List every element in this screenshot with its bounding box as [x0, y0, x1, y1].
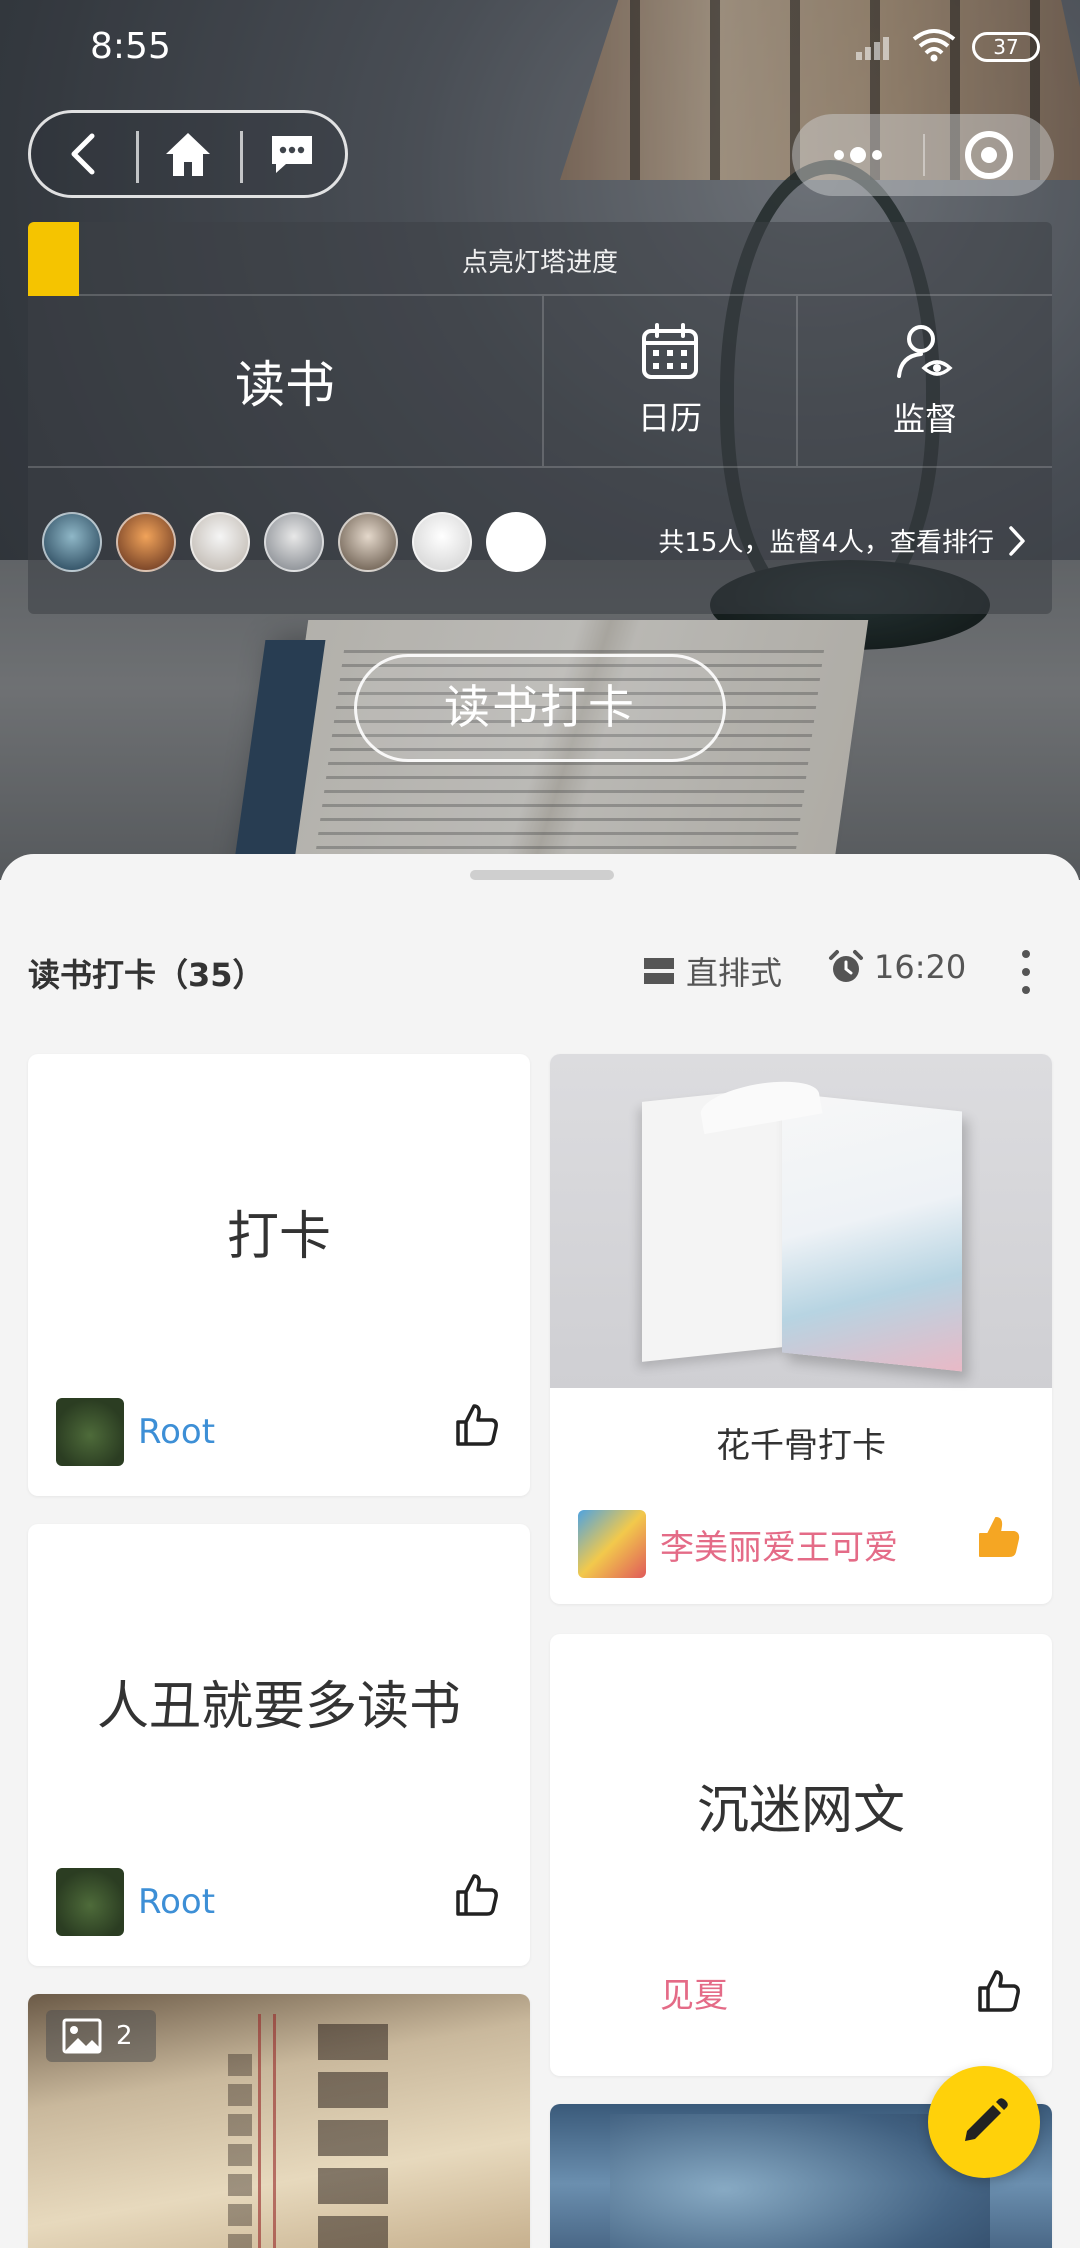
lighthouse-progress: 点亮灯塔进度 [28, 222, 1052, 296]
avatar [486, 512, 546, 572]
avatar [412, 512, 472, 572]
write-post-button[interactable] [928, 2066, 1040, 2178]
image-count: 2 [116, 2021, 133, 2051]
checkin-button[interactable]: 读书打卡 [354, 654, 726, 762]
alarm-time: 16:20 [874, 948, 967, 986]
message-icon [272, 136, 313, 173]
progress-label: 点亮灯塔进度 [461, 248, 618, 278]
status-time: 8:55 [90, 26, 171, 67]
info-panel: 点亮灯塔进度 读书 日历 监督 共15人，监督4人，查看排行 [28, 222, 1052, 614]
supervise-label: 监督 [892, 400, 957, 438]
home-button[interactable] [135, 113, 241, 195]
supervise-icon [897, 325, 953, 378]
user-name: Root [138, 1412, 216, 1452]
card-text: 打卡 [226, 1207, 331, 1267]
user-name: Root [138, 1882, 216, 1922]
avatar [190, 512, 250, 572]
supervise-button[interactable]: 监督 [798, 296, 1052, 466]
target-icon [964, 131, 1013, 179]
reminder-time[interactable]: 16:20 [828, 948, 966, 986]
avatar [578, 1510, 646, 1578]
more-button[interactable] [792, 114, 923, 196]
avatar [56, 1398, 124, 1466]
calendar-button[interactable]: 日历 [544, 296, 798, 466]
checkin-feed-sheet: 读书打卡（35） 直排式 16:20 打卡 Root 花千骨打卡 李美丽爱王可爱… [0, 854, 1080, 2248]
feed-title: 读书打卡（35） [28, 956, 265, 994]
thumb-up-icon[interactable] [976, 1968, 1022, 2014]
message-button[interactable] [240, 113, 345, 195]
ranking-text: 共15人，监督4人，查看排行 [658, 528, 994, 558]
layout-label: 直排式 [686, 954, 783, 992]
activity-title: 读书 [28, 296, 544, 466]
status-bar: 8:55 37 [0, 0, 1080, 96]
avatar [42, 512, 102, 572]
nav-capsule-right [792, 114, 1054, 196]
battery-indicator: 37 [972, 32, 1040, 62]
checkin-card[interactable]: 花千骨打卡 李美丽爱王可爱 [550, 1054, 1052, 1604]
close-miniprogram-button[interactable] [923, 114, 1054, 196]
user-name: 见夏 [660, 1975, 728, 2016]
avatar [116, 512, 176, 572]
panel-grid: 读书 日历 监督 [28, 296, 1052, 468]
member-avatars[interactable] [42, 512, 546, 572]
book-cover-image [550, 1054, 1052, 1388]
card-user[interactable]: 李美丽爱王可爱 [578, 1510, 898, 1578]
layout-toggle[interactable]: 直排式 [644, 948, 782, 994]
thumb-up-icon[interactable] [454, 1872, 500, 1918]
avatar [338, 512, 398, 572]
card-text: 花千骨打卡 [716, 1426, 886, 1466]
signal-icon [856, 32, 896, 60]
back-button[interactable] [31, 113, 136, 195]
image-icon [62, 2018, 102, 2054]
checkin-card[interactable]: 沉迷网文 见夏 [550, 1634, 1052, 2076]
calendar-label: 日历 [637, 399, 702, 437]
thumb-up-icon[interactable] [454, 1402, 500, 1448]
checkin-card[interactable]: 人丑就要多读书 Root [28, 1524, 530, 1966]
pencil-icon [965, 2098, 1008, 2141]
avatar [578, 1958, 646, 2026]
ranking-link[interactable]: 共15人，监督4人，查看排行 [658, 522, 1026, 559]
back-icon [71, 133, 95, 175]
avatar [264, 512, 324, 572]
alarm-icon [829, 950, 863, 982]
calendar-icon [642, 323, 698, 379]
user-name: 李美丽爱王可爱 [660, 1527, 898, 1568]
more-vertical-icon[interactable] [1016, 950, 1036, 994]
checkin-card[interactable]: 打卡 Root [28, 1054, 530, 1496]
feed-header: 读书打卡（35） 直排式 16:20 [0, 944, 1080, 1000]
image-count-badge: 2 [46, 2010, 156, 2062]
card-text: 沉迷网文 [696, 1781, 905, 1841]
nav-capsule-left [28, 110, 348, 198]
layout-icon [644, 958, 674, 984]
chevron-right-icon [1009, 525, 1025, 556]
thumb-up-icon[interactable] [976, 1514, 1022, 1560]
home-icon [165, 133, 210, 176]
card-user[interactable]: 见夏 [578, 1958, 728, 2026]
card-user[interactable]: Root [56, 1868, 215, 1936]
avatar [56, 1868, 124, 1936]
member-row: 共15人，监督4人，查看排行 [28, 470, 1052, 614]
sheet-handle[interactable] [470, 870, 614, 880]
card-text: 人丑就要多读书 [96, 1677, 461, 1737]
wifi-icon [912, 29, 956, 62]
more-dots-icon [833, 147, 882, 163]
checkin-card[interactable]: 2 [28, 1994, 530, 2248]
card-user[interactable]: Root [56, 1398, 215, 1466]
